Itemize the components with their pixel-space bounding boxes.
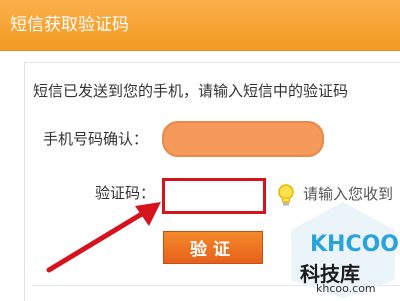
watermark-logo-text: KHCOO bbox=[310, 232, 400, 257]
verify-button[interactable]: 验证 bbox=[163, 231, 263, 264]
dialog-title: 短信获取验证码 bbox=[10, 15, 129, 35]
watermark-url: khcoo.com bbox=[316, 282, 376, 295]
phone-confirm-label: 手机号码确认： bbox=[43, 130, 149, 148]
red-arrow-icon bbox=[46, 202, 161, 273]
phone-number-field bbox=[162, 121, 324, 157]
dialog-header: 短信获取验证码 bbox=[0, 0, 400, 51]
sms-sent-message: 短信已发送到您的手机，请输入短信中的验证码 bbox=[33, 82, 349, 100]
verification-code-input[interactable] bbox=[162, 178, 266, 214]
